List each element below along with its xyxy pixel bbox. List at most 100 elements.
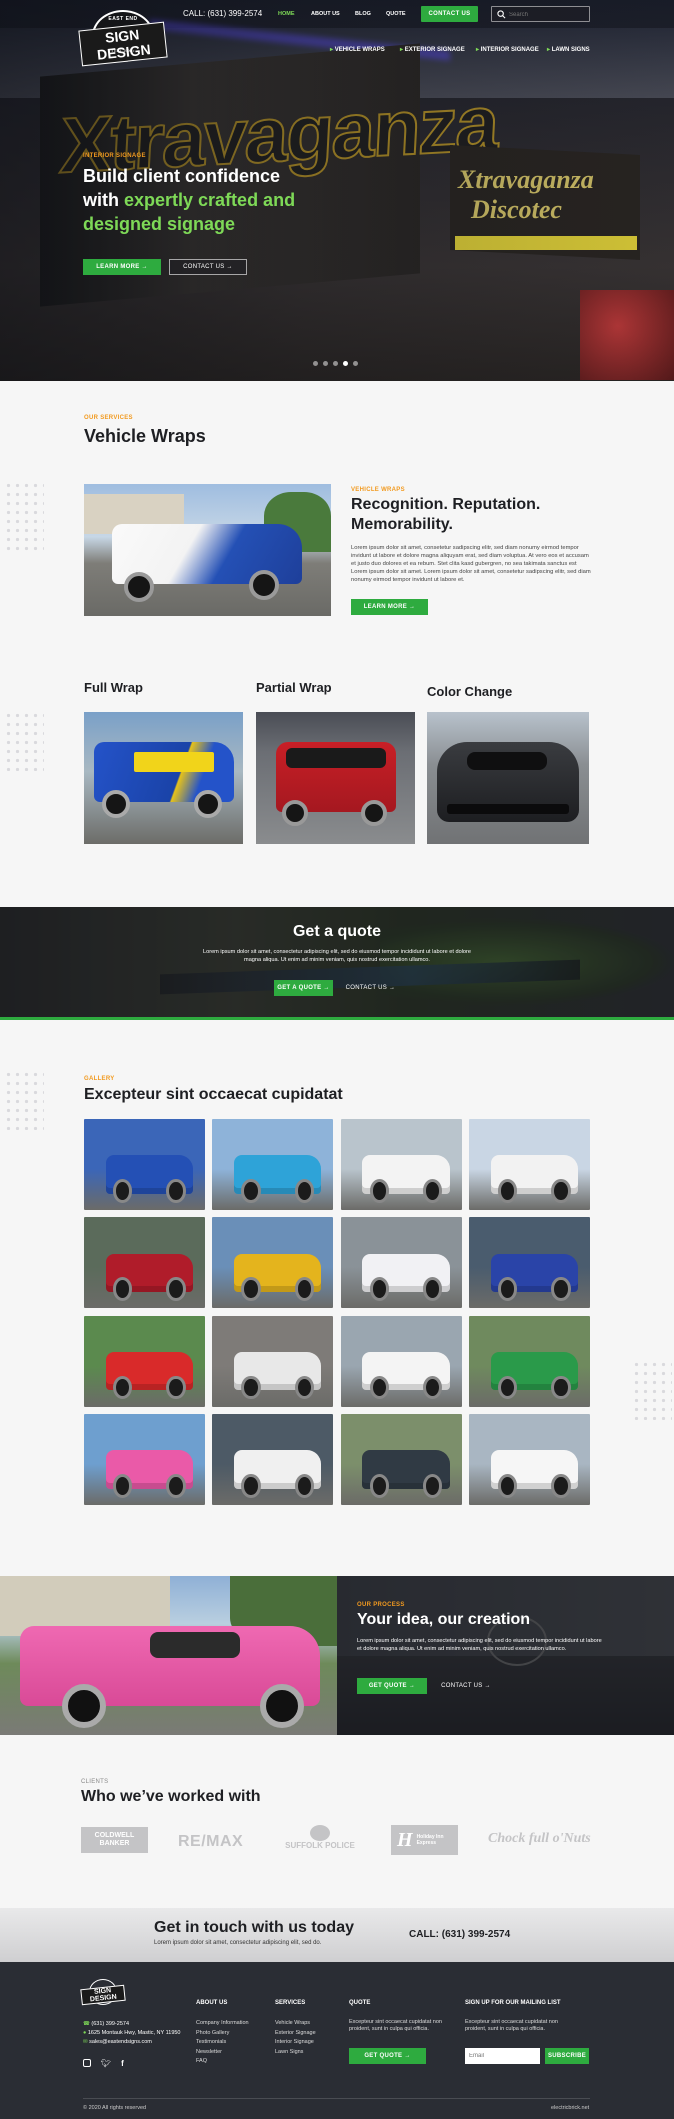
gallery-tile[interactable] [340,1217,462,1309]
gallery-tile[interactable] [212,1315,334,1407]
footer-credit[interactable]: electricbrick.net [551,2105,589,2111]
arrow-right-icon: → [404,2053,411,2059]
footer-logo[interactable]: SIGN DESIGN [80,1979,126,2007]
slider-dot[interactable] [323,361,328,366]
gallery-tile[interactable] [468,1217,590,1309]
card-title-full-wrap[interactable]: Full Wrap [84,680,143,695]
footer-link[interactable]: Company Information [196,2019,249,2029]
get-a-quote-button[interactable]: GET A QUOTE → [274,980,333,996]
gallery-tile[interactable] [340,1413,462,1505]
client-logo-holiday-inn: H Holiday Inn Express [391,1825,458,1855]
footer-divider [83,2098,590,2099]
nav-blog[interactable]: BLOG [355,11,371,17]
footer-email-input[interactable] [465,2048,540,2064]
gallery-tile[interactable] [84,1119,205,1210]
process-body: Lorem ipsum dolor sit amet, consectetur … [357,1638,602,1652]
client-logo-coldwell-banker: COLDWELL BANKER [81,1827,148,1853]
gallery-tile[interactable] [212,1217,334,1309]
feature-learn-more-button[interactable]: LEARN MORE → [351,599,428,615]
cta-body: Lorem ipsum dolor sit amet, consectetur … [154,1940,322,1946]
card-image-partial-wrap[interactable] [256,712,415,844]
footer-link[interactable]: Vehicle Wraps [275,2019,316,2029]
hero-eyebrow: INTERIOR SIGNAGE [83,153,146,159]
decorative-dots [4,711,44,771]
quote-contact-button[interactable]: CONTACT US → [341,980,400,996]
quote-body: Lorem ipsum dolor sit amet, consectetur … [202,949,472,963]
subnav-exterior-signage[interactable]: ▸ EXTERIOR SIGNAGE [400,46,465,53]
slider-dot-active[interactable] [343,361,348,366]
footer-mailing-title: SIGN UP FOR OUR MAILING LIST [465,2000,561,2006]
subnav-lawn-signs[interactable]: ▸ LAWN SIGNS [547,46,590,53]
footer-copyright: © 2020 All rights reserved [83,2105,147,2111]
nav-about-us[interactable]: ABOUT US [311,11,340,17]
subnav-label: LAWN SIGNS [551,47,590,53]
footer-phone-row[interactable]: ☎ (631) 399-2574 [83,2020,181,2029]
footer-email: sales@eastendsigns.com [89,2039,152,2045]
gallery-tile[interactable] [468,1119,590,1210]
footer-link[interactable]: Testimonials [196,2038,249,2048]
gallery-tile[interactable] [468,1413,590,1505]
cta-section: Get in touch with us today Lorem ipsum d… [0,1908,674,1962]
footer-phone: (631) 399-2574 [91,2021,130,2027]
mail-icon: ✉ [83,2039,88,2045]
gallery-title: Excepteur sint occaecat cupidatat [84,1086,343,1103]
facebook-icon[interactable]: f [121,2059,124,2068]
hero-headline-line1: Build client confidence [83,166,281,186]
arrow-right-icon: → [409,604,416,610]
arrow-right-icon: → [408,1683,416,1689]
twitter-icon[interactable]: 🐦︎ [101,2059,111,2068]
gallery-tile[interactable] [212,1413,334,1505]
button-label: CONTACT US [345,985,388,991]
slider-dot[interactable] [313,361,318,366]
footer-contact: ☎ (631) 399-2574 ● 1625 Montauk Hwy, Mas… [83,2020,181,2047]
hero-headline-line2: with expertly crafted and [83,188,343,212]
hero-headline-green2: designed signage [83,214,236,234]
header-phone[interactable]: CALL: (631) 399-2574 [183,9,262,18]
nav-quote[interactable]: QUOTE [386,11,406,17]
gallery-tile[interactable] [84,1217,205,1309]
hero-headline-with: with [83,190,124,210]
process-section: OUR PROCESS Your idea, our creation Lore… [0,1576,674,1735]
footer-link[interactable]: Exterior Signage [275,2029,316,2039]
footer-mailing-text: Excepteur sint occaecat cupidatat non pr… [465,2019,558,2032]
footer-link[interactable]: Photo Gallery [196,2029,249,2039]
hero-contact-button[interactable]: CONTACT US → [169,259,247,275]
subscribe-button[interactable]: SUBSCRIBE [545,2048,589,2064]
footer-get-quote-button[interactable]: GET QUOTE → [349,2048,426,2064]
slider-dot[interactable] [333,361,338,366]
card-title-partial-wrap[interactable]: Partial Wrap [256,680,332,695]
gallery-tile[interactable] [212,1119,334,1210]
instagram-icon[interactable] [83,2059,91,2067]
footer-link[interactable]: Interior Signage [275,2038,316,2048]
card-image-color-change[interactable] [427,712,589,844]
footer-link[interactable]: FAQ [196,2057,249,2067]
gallery-tile[interactable] [340,1315,462,1407]
subnav-vehicle-wraps[interactable]: ▸ VEHICLE WRAPS [330,46,385,53]
card-title-color-change[interactable]: Color Change [427,684,512,699]
footer-email-row[interactable]: ✉ sales@eastendsigns.com [83,2038,181,2047]
slider-dot[interactable] [353,361,358,366]
footer-link[interactable]: Lawn Signs [275,2048,316,2058]
gallery-tile[interactable] [468,1315,590,1407]
footer-link[interactable]: Newsletter [196,2048,249,2058]
gallery-tile[interactable] [340,1119,462,1210]
gallery-tile[interactable] [84,1413,205,1505]
contact-us-button[interactable]: CONTACT US [421,6,478,22]
nav-home[interactable]: HOME [278,11,295,17]
process-get-quote-button[interactable]: GET QUOTE → [357,1678,427,1694]
hero-learn-more-button[interactable]: LEARN MORE → [83,259,161,275]
cta-phone[interactable]: CALL: (631) 399-2574 [409,1929,510,1940]
gallery-tile[interactable] [84,1315,205,1407]
button-label: GET QUOTE [364,2053,403,2059]
hero-headline-green1: expertly crafted and [124,190,296,210]
logo[interactable]: EAST END SIGN DESIGN • EST 1990 • [78,10,168,67]
subnav-interior-signage[interactable]: ▸ INTERIOR SIGNAGE [476,46,539,53]
search-input[interactable] [509,9,587,20]
process-contact-button[interactable]: CONTACT US → [431,1678,501,1694]
card-image-full-wrap[interactable] [84,712,243,844]
search-box[interactable] [491,6,590,22]
process-title: Your idea, our creation [357,1611,531,1628]
feature-title-line2: Memorability. [351,516,453,533]
arrow-right-icon: → [226,264,233,270]
button-label: CONTACT US [183,264,225,270]
